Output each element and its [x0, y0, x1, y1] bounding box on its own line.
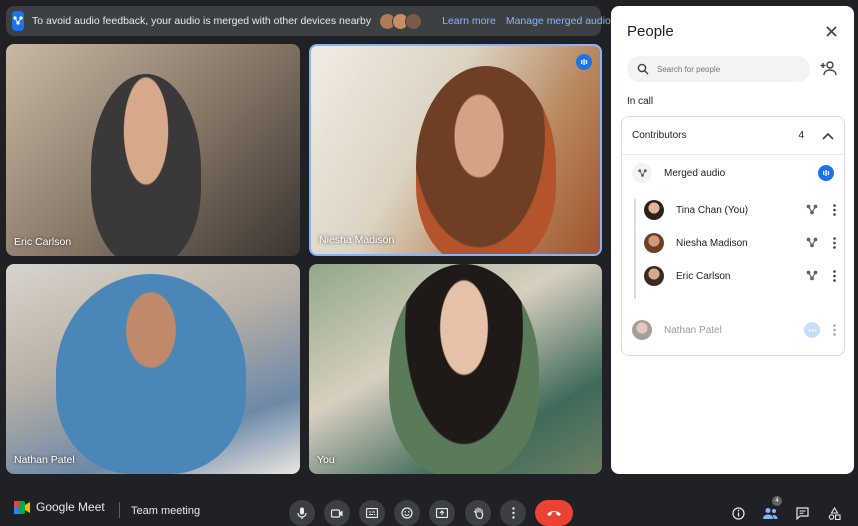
app-name: Google Meet [36, 500, 105, 514]
more-options-icon[interactable] [830, 323, 838, 337]
participant-row-nathan-patel[interactable]: Nathan Patel [622, 316, 844, 344]
present-button[interactable] [429, 500, 455, 526]
merged-audio-banner: To avoid audio feedback, your audio is m… [6, 6, 611, 36]
banner-message: To avoid audio feedback, your audio is m… [32, 15, 372, 27]
more-options-icon[interactable] [830, 269, 838, 283]
panel-title: People [627, 23, 674, 40]
merged-audio-icon [12, 11, 24, 31]
participant-name: Niesha Madison [319, 234, 395, 246]
participant-row[interactable]: Niesha Madison [622, 229, 844, 257]
camera-button[interactable] [324, 500, 350, 526]
avatar [405, 12, 423, 30]
meeting-name: Team meeting [131, 505, 201, 517]
nearby-devices-avatars [379, 12, 423, 30]
avatar [644, 266, 664, 286]
participant-video [389, 264, 539, 474]
participant-row[interactable]: Eric Carlson [622, 262, 844, 290]
present-screen-icon [436, 508, 448, 518]
contributors-section: Contributors 4 Merged audio Tina Chan (Y… [621, 116, 845, 356]
participant-name: Eric Carlson [14, 236, 72, 248]
captions-icon [366, 508, 378, 518]
search-icon [637, 63, 649, 75]
participant-name: Nathan Patel [14, 454, 75, 466]
people-button[interactable] [761, 504, 779, 522]
activities-icon [828, 506, 841, 520]
raise-hand-button[interactable] [465, 500, 491, 526]
video-tile-eric-carlson[interactable]: Eric Carlson [6, 44, 300, 256]
camera-icon [331, 508, 343, 518]
participant-row[interactable]: Tina Chan (You) [622, 196, 844, 224]
leave-call-button[interactable] [535, 500, 573, 526]
chat-icon [795, 506, 809, 520]
participant-name: Tina Chan (You) [676, 204, 749, 216]
speaking-indicator-icon [576, 54, 592, 70]
contributors-header[interactable]: Contributors 4 [622, 117, 844, 155]
hang-up-icon [547, 511, 561, 516]
merged-audio-label: Merged audio [664, 167, 726, 179]
more-options-icon[interactable] [830, 236, 838, 250]
people-icon [762, 508, 777, 519]
hand-icon [473, 507, 483, 519]
merged-audio-icon [632, 163, 652, 183]
chat-button[interactable] [793, 504, 811, 522]
close-icon[interactable] [822, 22, 840, 40]
reactions-button[interactable] [394, 500, 420, 526]
microphone-button[interactable] [289, 500, 315, 526]
video-tile-you[interactable]: You [309, 264, 602, 474]
emoji-icon [401, 507, 413, 519]
participant-name: You [317, 454, 335, 466]
avatar [644, 200, 664, 220]
contributors-label: Contributors [632, 130, 687, 141]
meeting-details-button[interactable] [729, 504, 747, 522]
video-tile-niesha-madison[interactable]: Niesha Madison [309, 44, 602, 256]
more-options-button[interactable] [500, 500, 526, 526]
contributors-count: 4 [798, 130, 804, 141]
merged-audio-row[interactable]: Merged audio [622, 159, 844, 187]
participant-video [91, 74, 201, 256]
more-horizontal-icon [804, 322, 820, 338]
participant-name: Niesha Madison [676, 237, 748, 249]
merged-audio-icon [804, 202, 820, 218]
avatar [644, 233, 664, 253]
merged-audio-icon [804, 235, 820, 251]
in-call-heading: In call [627, 96, 654, 107]
participant-name: Eric Carlson [676, 270, 731, 282]
more-vertical-icon [511, 507, 515, 519]
participant-video [416, 66, 556, 254]
manage-merged-audio-link[interactable]: Manage merged audio [506, 15, 611, 27]
bottom-toolbar: Google Meet Team meeting 4 [0, 490, 858, 526]
participant-name: Nathan Patel [664, 324, 722, 336]
activities-button[interactable] [825, 504, 843, 522]
search-input[interactable] [657, 64, 797, 74]
chevron-up-icon[interactable] [822, 132, 834, 140]
participant-video [56, 274, 246, 474]
captions-button[interactable] [359, 500, 385, 526]
app-brand: Google Meet [14, 500, 105, 514]
google-meet-logo-icon [14, 500, 30, 514]
learn-more-link[interactable]: Learn more [442, 15, 496, 27]
avatar [632, 320, 652, 340]
video-tile-nathan-patel[interactable]: Nathan Patel [6, 264, 300, 474]
people-panel: People In call Contributors 4 Merged aud… [611, 6, 854, 474]
more-options-icon[interactable] [830, 203, 838, 217]
search-people[interactable] [627, 56, 810, 82]
info-icon [731, 506, 745, 520]
people-count-badge: 4 [772, 496, 782, 506]
speaking-indicator-icon [818, 165, 834, 181]
divider [119, 502, 120, 518]
add-person-icon[interactable] [820, 60, 840, 78]
merged-audio-icon [804, 268, 820, 284]
microphone-icon [297, 507, 307, 519]
